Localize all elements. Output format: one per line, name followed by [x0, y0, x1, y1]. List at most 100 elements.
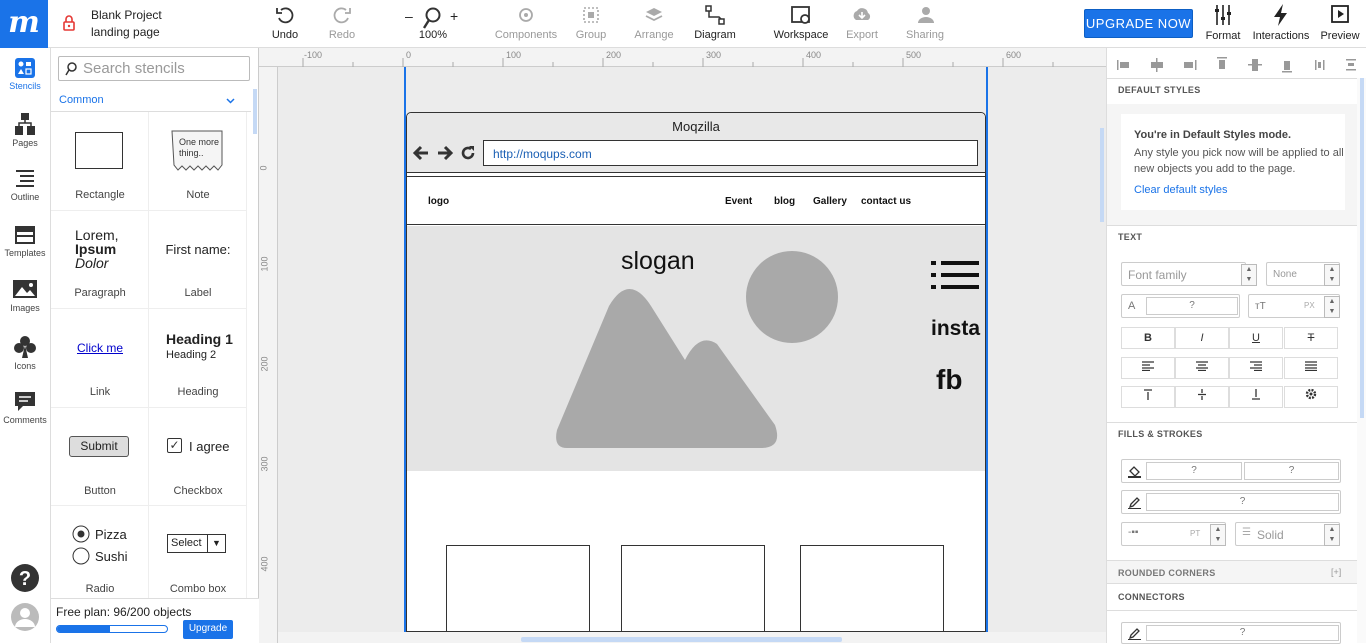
hero-slogan: slogan — [621, 247, 695, 275]
mockup-nav: logo Event blog Gallery contact us — [407, 177, 985, 225]
notice-title: You're in Default Styles mode. — [1134, 129, 1292, 141]
connector-color-value: ? — [1146, 625, 1339, 641]
stencil-heading[interactable]: Heading 1 Heading 2 Heading — [149, 309, 247, 408]
help-icon[interactable]: ? — [10, 563, 40, 593]
moqups-logo[interactable]: m — [0, 0, 48, 48]
underline-button[interactable]: U — [1229, 327, 1283, 349]
stroke-style-value: Solid — [1257, 528, 1284, 542]
stencil-note[interactable]: One more thing.. Note — [149, 112, 247, 211]
stencil-link[interactable]: Click me Link — [51, 309, 149, 408]
divider — [1107, 610, 1357, 611]
diagram-button[interactable]: Diagram — [694, 4, 736, 41]
upgrade-now-button[interactable]: UPGRADE NOW — [1084, 9, 1193, 38]
rounded-corners-add[interactable]: [+] — [1331, 567, 1341, 577]
connector-color-field[interactable]: ? — [1121, 622, 1341, 644]
font-size-icon: ᴛT — [1255, 301, 1266, 312]
ruler-label: 100 — [259, 256, 270, 272]
stencil-radio[interactable]: Pizza Sushi Radio — [51, 506, 149, 598]
rail-images[interactable]: Images — [0, 279, 50, 313]
export-button[interactable]: Export — [843, 4, 881, 41]
valign-middle-button[interactable] — [1175, 386, 1229, 408]
stroke-style-stepper[interactable]: ▲ ▼ — [1324, 524, 1340, 546]
bold-button[interactable]: B — [1121, 327, 1175, 349]
lock-icon[interactable] — [62, 14, 76, 32]
divider — [1107, 583, 1357, 584]
group-button[interactable]: Group — [574, 4, 608, 41]
stencil-combo-box[interactable]: Select ▼ Combo box — [149, 506, 247, 598]
stroke-width-icon: -▪▪ — [1128, 527, 1139, 538]
stencil-label: Rectangle — [75, 189, 125, 201]
fill-color-field[interactable]: ? ? — [1121, 459, 1341, 483]
cloud-download-icon — [853, 8, 871, 20]
zoom-in-button[interactable]: + — [450, 8, 458, 24]
undo-button[interactable]: Undo — [268, 4, 302, 41]
align-right-button[interactable] — [1229, 357, 1283, 379]
project-info[interactable]: Blank Project landing page — [91, 7, 162, 41]
alignment-toolbar[interactable] — [1117, 57, 1357, 73]
font-weight-stepper[interactable]: ▲ ▼ — [1324, 264, 1340, 286]
paragraph-preview: Lorem, Ipsum Dolor — [75, 228, 119, 270]
canvas[interactable]: Moqzilla http://moqups.com logo Event bl… — [278, 67, 1106, 633]
avatar[interactable] — [10, 602, 40, 632]
pencil-icon — [1128, 628, 1141, 640]
rail-comments-label: Comments — [3, 415, 47, 425]
format-button[interactable]: Format — [1204, 3, 1242, 42]
page-frame[interactable]: Moqzilla http://moqups.com logo Event bl… — [404, 67, 988, 633]
rail-comments[interactable]: Comments — [0, 391, 50, 425]
italic-button[interactable]: I — [1175, 327, 1229, 349]
format-panel-scrollbar[interactable] — [1357, 78, 1366, 643]
font-family-select[interactable]: Font family — [1121, 262, 1246, 286]
components-button[interactable]: Components — [494, 4, 558, 41]
canvas-vertical-scroll-thumb[interactable] — [1100, 128, 1104, 222]
zoom-out-button[interactable]: – — [405, 8, 413, 24]
zoom-level[interactable]: 100% — [419, 29, 447, 41]
interactions-label: Interactions — [1252, 30, 1310, 42]
page-name[interactable]: landing page — [91, 24, 162, 41]
format-panel-scroll-thumb[interactable] — [1360, 78, 1364, 418]
font-family-stepper[interactable]: ▲ ▼ — [1241, 264, 1257, 286]
stencil-paragraph[interactable]: Lorem, Ipsum Dolor Paragraph — [51, 211, 149, 309]
valign-bottom-button[interactable] — [1229, 386, 1283, 408]
align-center-button[interactable] — [1175, 357, 1229, 379]
interactions-button[interactable]: Interactions — [1250, 3, 1312, 42]
category-dropdown[interactable]: Common — [51, 91, 251, 112]
preview-button[interactable]: Preview — [1320, 3, 1360, 42]
redo-button[interactable]: Redo — [325, 4, 359, 41]
clear-default-styles-link[interactable]: Clear default styles — [1134, 184, 1228, 196]
stencil-rectangle[interactable]: Rectangle — [51, 112, 149, 211]
workspace-button[interactable]: Workspace — [772, 4, 830, 41]
justify-button[interactable] — [1284, 357, 1338, 379]
rail-outline[interactable]: Outline — [0, 168, 50, 202]
rounded-corners-section[interactable]: ROUNDED CORNERS [+] — [1107, 561, 1357, 583]
stencil-button[interactable]: Submit Button — [51, 408, 149, 506]
search-stencils-input[interactable]: Search stencils — [58, 56, 250, 81]
stencil-label-item[interactable]: First name: Label — [149, 211, 247, 309]
diagram-icon — [705, 5, 725, 25]
rail-icons[interactable]: Icons — [0, 335, 50, 371]
rail-templates[interactable]: Templates — [0, 224, 50, 258]
align-left-button[interactable] — [1121, 357, 1175, 379]
radio-option-1: Pizza — [95, 527, 127, 542]
strikethrough-button[interactable]: T — [1284, 327, 1338, 349]
horizontal-ruler: -100 0 100 200 300 400 500 600 — [259, 48, 1106, 67]
rail-stencils[interactable]: Stencils — [0, 57, 50, 91]
panel-scrollbar[interactable] — [253, 89, 257, 134]
horizontal-scrollbar[interactable] — [278, 632, 1106, 643]
stroke-width-stepper[interactable]: ▲ ▼ — [1210, 524, 1226, 546]
pages-icon — [15, 113, 35, 135]
plan-upgrade-button[interactable]: Upgrade — [183, 620, 233, 639]
stencil-checkbox[interactable]: ✓ I agree Checkbox — [149, 408, 247, 506]
font-color-field[interactable]: A ? — [1121, 294, 1240, 318]
sharing-button[interactable]: Sharing — [904, 4, 946, 41]
rail-pages[interactable]: Pages — [0, 112, 50, 148]
font-size-stepper[interactable]: ▲ ▼ — [1324, 296, 1340, 318]
project-name[interactable]: Blank Project — [91, 7, 162, 24]
browser-window[interactable]: Moqzilla http://moqups.com logo Event bl… — [406, 112, 986, 633]
stroke-color-field[interactable]: ? — [1121, 490, 1341, 514]
horizontal-scroll-thumb[interactable] — [521, 637, 842, 642]
valign-top-button[interactable] — [1121, 386, 1175, 408]
arrange-button[interactable]: Arrange — [634, 4, 674, 41]
text-settings-button[interactable] — [1284, 386, 1338, 408]
url-field: http://moqups.com — [483, 140, 978, 166]
refresh-icon — [461, 146, 475, 160]
